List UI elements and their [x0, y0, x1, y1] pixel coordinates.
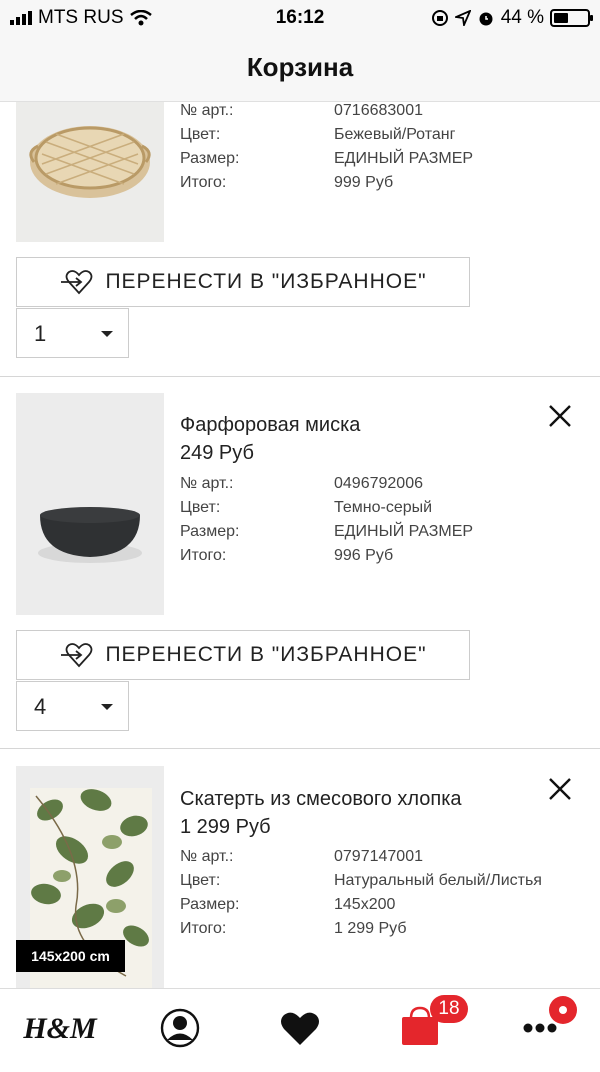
product-image-bowl[interactable] — [16, 393, 164, 615]
detail-value: 1 299 Руб — [334, 920, 407, 937]
quantity-select[interactable]: 1 — [16, 308, 129, 358]
detail-value: 0797147001 — [334, 848, 423, 865]
detail-row-size: Размер: ЕДИНЫЙ РАЗМЕР — [180, 150, 473, 174]
heart-arrow-icon — [61, 643, 93, 668]
detail-row-color: Цвет: Бежевый/Ротанг — [180, 126, 473, 150]
detail-row-art: № арт.: 0797147001 — [180, 848, 542, 872]
tab-bar: H&M 18 — [0, 988, 600, 1066]
detail-value: Натуральный белый/Листья — [334, 872, 542, 889]
item-details: № арт.: 0496792006 Цвет: Темно-серый Разме… — [180, 475, 473, 571]
divider — [0, 748, 600, 749]
location-arrow-icon — [454, 10, 471, 26]
product-image-rattan-tray[interactable] — [16, 102, 164, 242]
detail-row-size: Размер: 145x200 — [180, 896, 542, 920]
heart-arrow-icon — [61, 270, 93, 295]
battery-icon — [550, 9, 593, 27]
bowl-image — [16, 393, 164, 615]
detail-label: Цвет: — [180, 126, 221, 143]
rattan-tray-image — [16, 102, 164, 242]
item-details: № арт.: 0797147001 Цвет: Натуральный белый… — [180, 848, 542, 944]
move-to-favorites-button[interactable]: ПЕРЕНЕСТИ В "ИЗБРАННОЕ" — [16, 630, 470, 680]
tab-cart[interactable]: 18 — [380, 989, 468, 1067]
tab-more[interactable] — [500, 989, 580, 1067]
detail-label: Размер: — [180, 523, 240, 540]
detail-label: № арт.: — [180, 475, 234, 492]
detail-row-art: № арт.: 0716683001 — [180, 102, 473, 126]
status-bar: MTS RUS 16:12 44 % — [0, 0, 600, 36]
page-title: Корзина — [246, 52, 354, 82]
detail-row-size: Размер: ЕДИНЫЙ РАЗМЕР — [180, 523, 473, 547]
quantity-value: 1 — [34, 321, 47, 346]
hm-logo-text: H&M — [22, 1012, 98, 1045]
detail-label: Цвет: — [180, 499, 221, 516]
detail-label: № арт.: — [180, 848, 234, 865]
heart-icon — [281, 1012, 319, 1045]
close-icon[interactable] — [544, 400, 576, 432]
move-to-favorites-button[interactable]: ПЕРЕНЕСТИ В "ИЗБРАННОЕ" — [16, 257, 470, 307]
battery-percent: 44 % — [500, 7, 544, 28]
chevron-down-icon — [101, 331, 113, 337]
detail-value: 0716683001 — [334, 102, 423, 119]
size-tag: 145x200 cm — [16, 940, 125, 972]
divider — [0, 376, 600, 377]
detail-row-color: Цвет: Натуральный белый/Листья — [180, 872, 542, 896]
cart-badge: 18 — [430, 995, 468, 1023]
orientation-lock-icon — [431, 10, 448, 26]
detail-value: 996 Руб — [334, 547, 394, 564]
product-price: 1 299 Руб — [180, 816, 271, 838]
move-to-favorites-label: ПЕРЕНЕСТИ В "ИЗБРАННОЕ" — [105, 643, 427, 666]
hm-logo-icon: H&M — [22, 1012, 98, 1045]
alarm-icon — [479, 12, 493, 26]
quantity-select[interactable]: 4 — [16, 681, 129, 731]
detail-row-total: Итого: 1 299 Руб — [180, 920, 542, 944]
detail-value: 0496792006 — [334, 475, 423, 492]
product-name[interactable]: Скатерть из смесового хлопка — [180, 788, 462, 811]
detail-value: ЕДИНЫЙ РАЗМЕР — [334, 523, 474, 540]
detail-value: Бежевый/Ротанг — [334, 126, 456, 143]
detail-value: 999 Руб — [334, 174, 394, 191]
detail-row-art: № арт.: 0496792006 — [180, 475, 473, 499]
item-details: № арт.: 0716683001 Цвет: Бежевый/Ротанг Ра… — [180, 102, 473, 198]
tab-profile[interactable] — [140, 989, 220, 1067]
detail-label: № арт.: — [180, 102, 234, 119]
detail-label: Цвет: — [180, 872, 221, 889]
detail-value: ЕДИНЫЙ РАЗМЕР — [334, 150, 474, 167]
notification-dot-icon — [549, 996, 577, 1024]
close-icon[interactable] — [544, 773, 576, 805]
detail-value: Темно-серый — [334, 499, 433, 516]
detail-value: 145x200 — [334, 896, 396, 913]
detail-label: Итого: — [180, 920, 227, 937]
cart-list[interactable]: № арт.: 0716683001 Цвет: Бежевый/Ротанг Ра… — [0, 102, 600, 988]
detail-label: Итого: — [180, 174, 227, 191]
tab-home[interactable]: H&M — [20, 989, 100, 1067]
status-right: 44 % — [431, 7, 593, 29]
detail-label: Размер: — [180, 896, 240, 913]
detail-row-total: Итого: 999 Руб — [180, 174, 473, 198]
profile-icon — [160, 1008, 200, 1048]
page-header: Корзина — [0, 36, 600, 102]
quantity-value: 4 — [34, 694, 47, 719]
product-name[interactable]: Фарфоровая миска — [180, 414, 360, 437]
move-to-favorites-label: ПЕРЕНЕСТИ В "ИЗБРАННОЕ" — [105, 270, 427, 293]
detail-row-color: Цвет: Темно-серый — [180, 499, 473, 523]
chevron-down-icon — [101, 704, 113, 710]
detail-label: Итого: — [180, 547, 227, 564]
product-price: 249 Руб — [180, 442, 254, 464]
detail-label: Размер: — [180, 150, 240, 167]
battery-fill — [554, 13, 568, 23]
detail-row-total: Итого: 996 Руб — [180, 547, 473, 571]
tab-favorites[interactable] — [260, 989, 340, 1067]
